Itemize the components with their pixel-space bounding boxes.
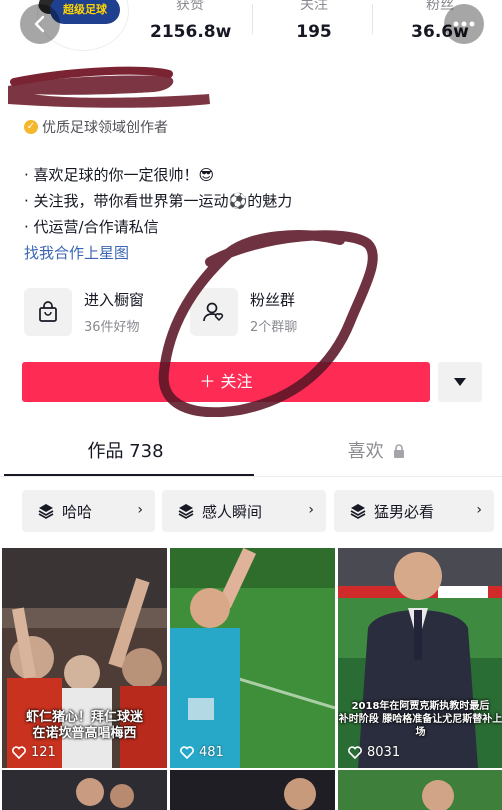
back-button[interactable] [20, 4, 60, 44]
tab-works[interactable]: 作品 738 [0, 432, 251, 472]
collection-label: 感人瞬间 [202, 502, 263, 521]
divider [252, 4, 253, 34]
fan-group-entry[interactable]: 粉丝群 2个群聊 [190, 287, 297, 337]
video-thumbnail[interactable]: 虾仁猪心！拜仁球迷 在诺坎普高唱梅西 121 [2, 548, 167, 768]
video-caption: 2018年在阿贾克斯执教时最后 补时阶段 滕哈格准备让尤尼斯替补上场 [338, 700, 502, 739]
stat-likes-label: 获赞 [176, 0, 204, 13]
heart-icon [348, 746, 362, 759]
video-likes: 481 [180, 745, 224, 760]
stat-following[interactable]: 关注 195 [284, 0, 344, 42]
bio-line: · 代运营/合作请私信 [24, 218, 159, 236]
video-still [170, 770, 335, 810]
video-likes: 8031 [348, 745, 400, 760]
video-thumbnail[interactable] [2, 770, 167, 810]
video-still [170, 548, 335, 768]
video-likes-count: 481 [199, 745, 224, 760]
chevron-right-icon: › [137, 502, 143, 518]
collection-haha[interactable]: 哈哈 › [22, 490, 155, 532]
fan-group-icon [190, 288, 238, 336]
video-thumbnail[interactable]: 2018年在阿贾克斯执教时最后 补时阶段 滕哈格准备让尤尼斯替补上场 8031 [338, 548, 502, 768]
video-caption-line: 虾仁猪心！拜仁球迷 [25, 710, 143, 725]
chevron-right-icon: › [476, 502, 482, 518]
fan-group-count: 2个群聊 [250, 320, 298, 335]
stat-likes[interactable]: 获赞 2156.8w [150, 0, 232, 42]
verified-label: 优质足球领域创作者 [42, 120, 168, 136]
ellipsis-icon [453, 21, 475, 27]
tab-likes[interactable]: 喜欢 [251, 432, 502, 472]
video-thumbnail[interactable] [338, 770, 502, 810]
collection-stack-icon [350, 504, 366, 519]
chevron-right-icon: › [308, 502, 314, 518]
stat-following-label: 关注 [300, 0, 328, 13]
content-tabs: 作品 738 喜欢 [0, 432, 502, 477]
bio: · 喜欢足球的你一定很帅！😎 · 关注我，带你看世界第一运动⚽的魅力 · 代运营… [24, 162, 292, 240]
stat-likes-value: 2156.8w [150, 22, 232, 42]
redacted-username [8, 66, 210, 108]
shop-window-entry[interactable]: 进入橱窗 36件好物 [24, 287, 144, 337]
collection-tough-guys[interactable]: 猛男必看 › [334, 490, 494, 532]
collection-label: 哈哈 [62, 502, 93, 521]
video-likes-count: 121 [31, 745, 56, 760]
fan-group-title: 粉丝群 [250, 291, 296, 309]
tab-indicator [4, 474, 254, 476]
video-likes: 121 [12, 745, 56, 760]
video-caption: 虾仁猪心！拜仁球迷 在诺坎普高唱梅西 [2, 710, 167, 742]
video-still [338, 770, 502, 810]
collection-touching[interactable]: 感人瞬间 › [162, 490, 326, 532]
collection-label: 猛男必看 [374, 502, 435, 521]
shop-window-count: 36件好物 [84, 320, 140, 335]
bio-line: · 关注我，带你看世界第一运动⚽的魅力 [24, 192, 293, 210]
divider [372, 4, 373, 34]
video-thumbnail[interactable]: 481 [170, 548, 335, 768]
star-map-link[interactable]: 找我合作上星图 [24, 242, 129, 263]
video-caption-line: 2018年在阿贾克斯执教时最后 [351, 701, 490, 712]
stat-following-value: 195 [296, 22, 332, 42]
verified-badge: ✓ 优质足球领域创作者 [24, 117, 168, 137]
triangle-down-icon [454, 378, 466, 386]
bio-line: · 喜欢足球的你一定很帅！😎 [24, 166, 215, 184]
collection-stack-icon [38, 504, 54, 519]
chevron-left-icon [34, 15, 45, 33]
follow-button[interactable]: ＋ 关注 [22, 362, 430, 402]
shop-window-title: 进入橱窗 [84, 291, 145, 309]
video-caption-line: 补时阶段 滕哈格准备让尤尼斯替补上场 [338, 714, 502, 738]
tab-likes-label: 喜欢 [347, 441, 384, 462]
lock-icon [394, 444, 405, 458]
more-button[interactable] [444, 4, 484, 44]
video-thumbnail[interactable] [170, 770, 335, 810]
profile-header: 超级足球 获赞 2156.8w 关注 195 粉丝 36.6w [0, 0, 502, 55]
more-actions-button[interactable] [438, 362, 482, 402]
verified-check-icon: ✓ [24, 120, 38, 134]
video-still [2, 770, 167, 810]
heart-icon [12, 746, 26, 759]
heart-icon [180, 746, 194, 759]
video-likes-count: 8031 [367, 745, 401, 760]
video-caption-line: 在诺坎普高唱梅西 [32, 726, 137, 741]
shopping-bag-icon [24, 288, 72, 336]
collection-stack-icon [178, 504, 194, 519]
avatar-logo: 超级足球 [50, 0, 120, 24]
